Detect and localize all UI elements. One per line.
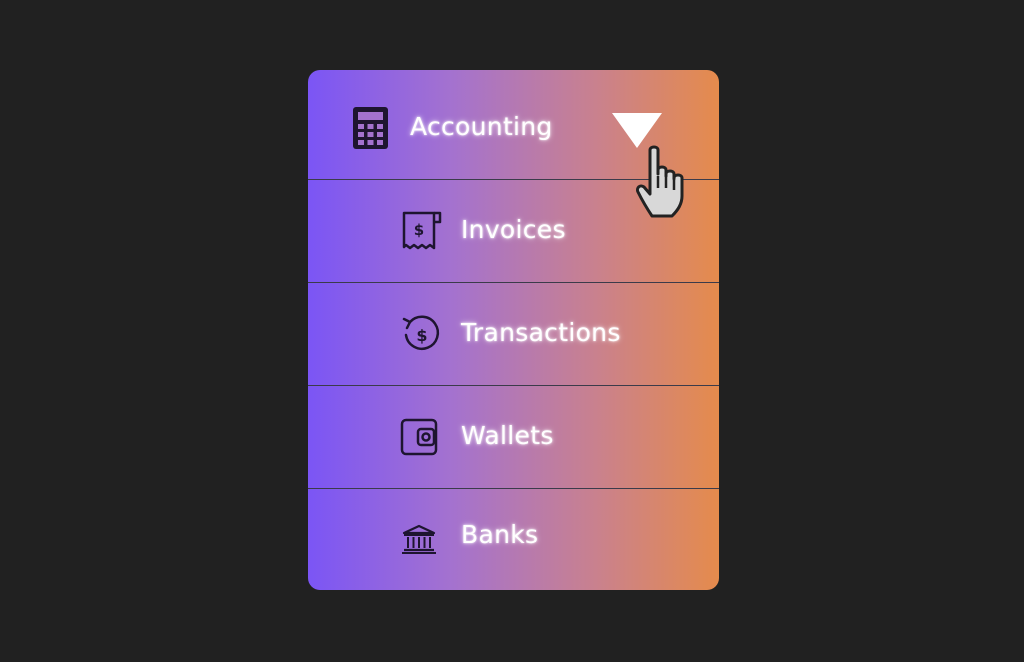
wallet-icon (400, 418, 438, 456)
caret-down-icon[interactable] (612, 113, 662, 148)
menu-item-banks[interactable]: Banks (308, 489, 719, 590)
dollar-cycle-icon: $ (402, 315, 440, 351)
svg-text:$: $ (414, 221, 424, 239)
accounting-label: Accounting (410, 112, 553, 141)
accounting-menu: Accounting $ Invoices $ Transactions Wal… (308, 70, 719, 590)
menu-item-transactions[interactable]: $ Transactions (308, 283, 719, 385)
bank-icon (402, 524, 436, 554)
svg-text:$: $ (416, 326, 427, 345)
calculator-icon (353, 107, 388, 149)
menu-item-wallets[interactable]: Wallets (308, 386, 719, 488)
menu-item-label: Transactions (461, 318, 621, 347)
menu-item-label: Invoices (461, 215, 566, 244)
accounting-menu-header[interactable]: Accounting (308, 70, 719, 180)
menu-item-invoices[interactable]: $ Invoices (308, 180, 719, 282)
menu-item-label: Wallets (461, 421, 554, 450)
receipt-dollar-icon: $ (402, 211, 442, 250)
menu-item-label: Banks (461, 520, 539, 549)
